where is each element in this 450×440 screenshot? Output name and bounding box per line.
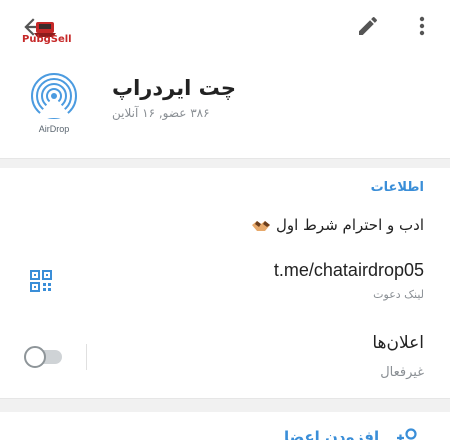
vertical-divider — [86, 344, 87, 370]
notifications-toggle[interactable] — [24, 346, 64, 368]
add-user-icon — [397, 428, 417, 440]
add-members-button[interactable]: افزودن اعضا — [0, 420, 450, 440]
group-header: AirDrop چت ایردراپ ۳۸۶ عضو, ۱۶ آنلاین — [0, 60, 450, 160]
section-divider-bottom — [0, 398, 450, 412]
notifications-label[interactable]: اعلان‌ها — [372, 333, 424, 353]
logo-text: PubgSell — [22, 34, 72, 45]
handshake-emoji-icon — [252, 220, 271, 231]
pubgsell-logo: PubgSell — [22, 20, 72, 50]
group-description[interactable]: ادب و احترام شرط اول — [247, 216, 424, 234]
notifications-status: غیرفعال — [380, 365, 424, 380]
airdrop-icon — [31, 73, 77, 119]
invite-link-caption: لینک دعوت — [373, 288, 424, 301]
invite-link[interactable]: t.me/chatairdrop05 — [274, 260, 424, 281]
more-vertical-icon[interactable] — [412, 14, 432, 38]
group-title: چت ایردراپ — [112, 76, 236, 100]
toggle-knob — [24, 346, 46, 368]
description-text: ادب و احترام شرط اول — [275, 216, 424, 234]
top-bar: PubgSell — [0, 0, 450, 56]
avatar[interactable]: AirDrop — [28, 72, 80, 138]
group-subtitle: ۳۸۶ عضو, ۱۶ آنلاین — [112, 106, 210, 120]
qr-code-icon[interactable] — [30, 270, 52, 292]
section-divider — [0, 158, 450, 168]
pencil-icon[interactable] — [356, 14, 380, 38]
info-heading: اطلاعات — [370, 180, 424, 195]
add-members-label: افزودن اعضا — [284, 428, 380, 440]
avatar-caption: AirDrop — [38, 124, 70, 134]
